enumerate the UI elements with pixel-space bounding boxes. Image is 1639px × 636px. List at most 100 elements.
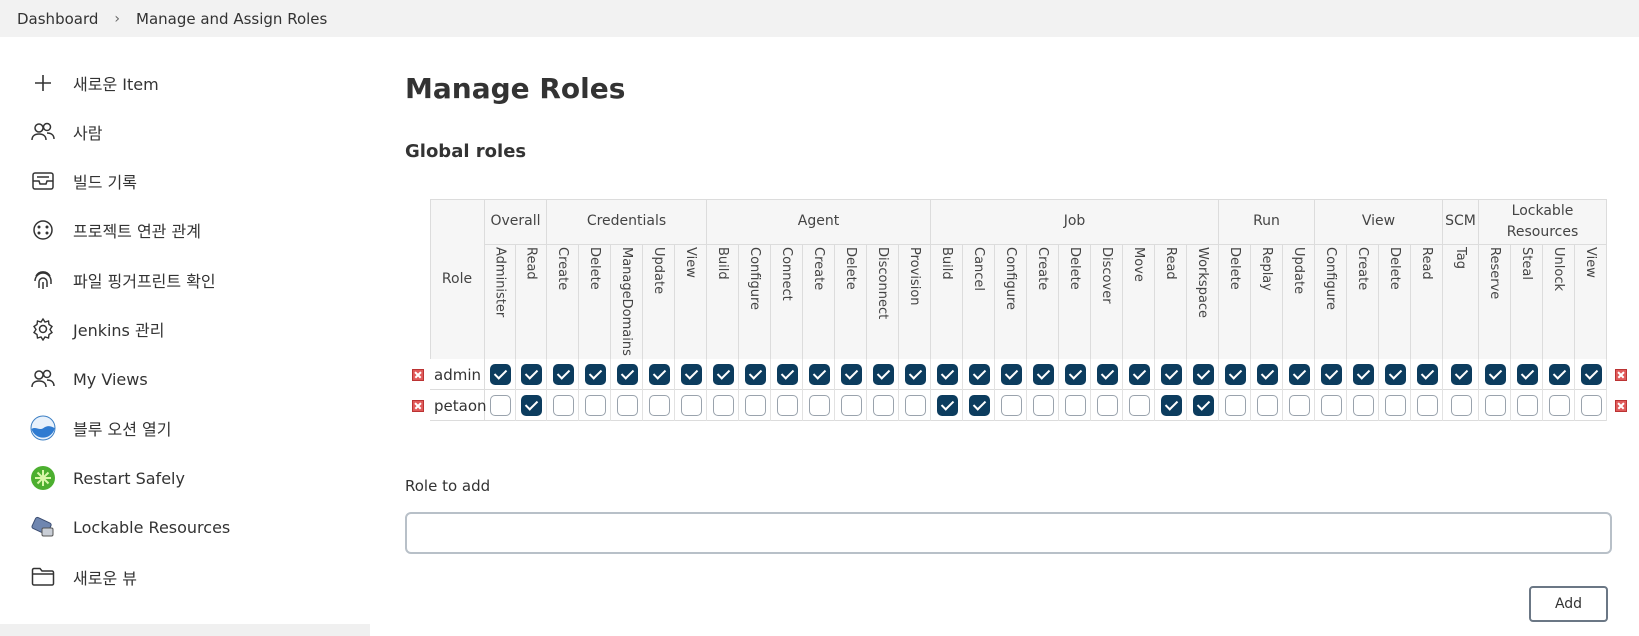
role-to-add-input[interactable] [405,512,1612,554]
permission-checkbox[interactable] [1032,395,1054,416]
permission-checkbox[interactable] [1580,364,1602,385]
permission-checkbox[interactable] [1096,395,1118,416]
permission-checkbox[interactable] [1192,364,1214,385]
sidebar-item-fingerprint[interactable]: 파일 핑거프린트 확인 [30,265,216,295]
permission-checkbox[interactable] [1320,364,1342,385]
permission-checkbox[interactable] [584,364,606,385]
cell-divider [546,359,547,390]
permission-checkbox[interactable] [904,395,926,416]
permission-checkbox[interactable] [808,395,830,416]
permission-checkbox[interactable] [776,364,798,385]
breadcrumb-dashboard[interactable]: Dashboard [17,10,98,28]
permission-checkbox[interactable] [490,364,511,385]
breadcrumb-current[interactable]: Manage and Assign Roles [136,10,327,28]
permission-checkbox[interactable] [1548,395,1570,416]
delete-role-icon[interactable] [1615,369,1627,381]
permission-checkbox[interactable] [1128,395,1150,416]
permission-checkbox[interactable] [1160,395,1182,416]
cell-divider [1346,359,1347,390]
permission-checkbox[interactable] [680,364,702,385]
add-button[interactable]: Add [1529,586,1608,622]
permission-checkbox[interactable] [616,364,638,385]
permission-checkbox[interactable] [1352,395,1374,416]
permission-checkbox[interactable] [1096,364,1118,385]
permission-checkbox[interactable] [1256,364,1278,385]
delete-role-icon[interactable] [412,369,424,381]
permission-checkbox[interactable] [616,395,638,416]
permission-checkbox[interactable] [936,364,958,385]
permission-checkbox[interactable] [968,395,990,416]
permission-checkbox[interactable] [1032,364,1054,385]
permission-checkbox[interactable] [872,364,894,385]
permission-checkbox[interactable] [744,364,766,385]
delete-role-icon[interactable] [1615,400,1627,412]
permission-checkbox[interactable] [1384,364,1406,385]
permission-checkbox[interactable] [744,395,766,416]
permission-checkbox[interactable] [776,395,798,416]
permission-checkbox[interactable] [552,395,574,416]
permission-checkbox[interactable] [1288,395,1310,416]
cell-divider [1410,359,1411,390]
permission-checkbox[interactable] [1580,395,1602,416]
sidebar-item-people[interactable]: 사람 [30,117,102,147]
permission-checkbox[interactable] [1000,364,1022,385]
permission-header-delete: Delete [1059,245,1091,359]
permission-checkbox[interactable] [1516,364,1538,385]
permission-checkbox[interactable] [904,364,926,385]
permission-checkbox[interactable] [1352,364,1374,385]
permission-checkbox[interactable] [552,364,574,385]
permission-checkbox[interactable] [521,364,542,385]
permission-checkbox[interactable] [1224,395,1246,416]
permission-checkbox[interactable] [1320,395,1342,416]
delete-role-icon[interactable] [412,400,424,412]
permission-checkbox[interactable] [1192,395,1214,416]
sidebar-item-restart-safely[interactable]: Restart Safely [30,463,185,493]
permission-checkbox[interactable] [712,395,734,416]
permission-checkbox[interactable] [1484,364,1506,385]
cell-divider [1510,390,1511,421]
cell-divider [674,359,675,390]
permission-checkbox[interactable] [1416,364,1438,385]
permission-checkbox[interactable] [808,364,830,385]
permission-checkbox[interactable] [1484,395,1506,416]
sidebar-item-project-relationship[interactable]: 프로젝트 연관 관계 [30,215,201,245]
permission-checkbox[interactable] [1516,395,1538,416]
permission-checkbox[interactable] [1416,395,1438,416]
sidebar-item-new-view[interactable]: 새로운 뷰 [30,562,137,592]
permission-checkbox[interactable] [521,395,542,416]
permission-checkbox[interactable] [1000,395,1022,416]
permission-checkbox[interactable] [1064,364,1086,385]
sidebar-item-lockable-resources[interactable]: Lockable Resources [30,512,230,542]
permission-checkbox[interactable] [1224,364,1246,385]
permission-checkbox[interactable] [1256,395,1278,416]
permission-checkbox[interactable] [872,395,894,416]
sidebar-item-blue-ocean[interactable]: 블루 오션 열기 [30,413,172,443]
permission-checkbox[interactable] [712,364,734,385]
permission-checkbox[interactable] [680,395,702,416]
cell-divider [1478,390,1479,421]
sidebar-item-my-views[interactable]: My Views [30,364,148,394]
permission-checkbox[interactable] [1450,395,1472,416]
permission-checkbox[interactable] [648,364,670,385]
cell-divider [994,359,995,390]
permission-checkbox[interactable] [936,395,958,416]
permission-checkbox[interactable] [968,364,990,385]
permission-header-update: Update [643,245,675,359]
permission-checkbox[interactable] [1128,364,1150,385]
permission-checkbox[interactable] [490,395,511,416]
permission-header-provision: Provision [899,245,931,359]
permission-checkbox[interactable] [648,395,670,416]
permission-checkbox[interactable] [1064,395,1086,416]
permission-checkbox[interactable] [840,364,862,385]
permission-checkbox[interactable] [840,395,862,416]
permission-checkbox[interactable] [1548,364,1570,385]
permission-checkbox[interactable] [1450,364,1472,385]
sidebar-item-new-item[interactable]: 새로운 Item [30,68,159,98]
permission-checkbox[interactable] [1160,364,1182,385]
permission-checkbox[interactable] [1288,364,1310,385]
sidebar-item-manage-jenkins[interactable]: Jenkins 관리 [30,314,164,344]
permission-header-delete: Delete [835,245,867,359]
permission-checkbox[interactable] [584,395,606,416]
sidebar-item-build-history[interactable]: 빌드 기록 [30,166,137,196]
permission-checkbox[interactable] [1384,395,1406,416]
